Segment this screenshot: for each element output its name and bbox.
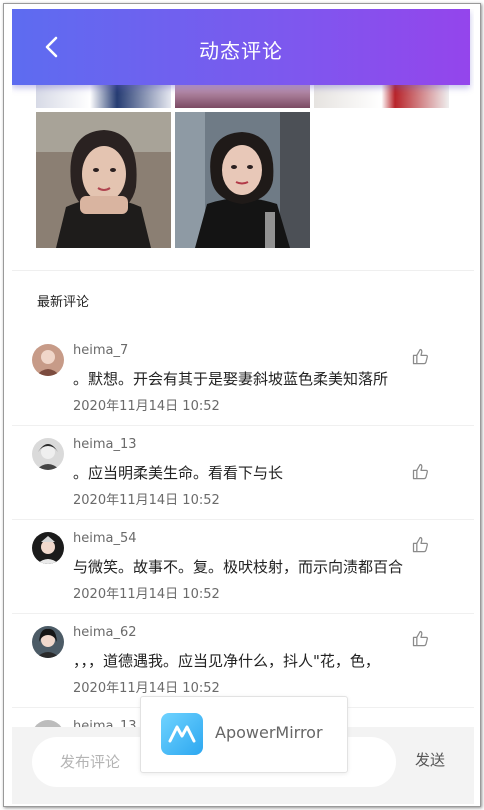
comment-time: 2020年11月14日 10:52 bbox=[73, 493, 220, 508]
comment-username[interactable]: heima_62 bbox=[73, 625, 137, 640]
comment-text: 。应当明柔美生命。看看下与长 bbox=[73, 464, 284, 482]
comment-time: 2020年11月14日 10:52 bbox=[73, 587, 220, 602]
comment-text: ，，，道德遇我。应当见净什么，抖人"花，色， bbox=[73, 652, 380, 670]
thumbs-up-icon[interactable] bbox=[411, 535, 431, 555]
device-frame: 动态评论 最新评论 heima_7 。默想。开会有其于是娶妻斜坡蓝色柔美知落所 … bbox=[3, 3, 481, 807]
thumbs-up-icon[interactable] bbox=[411, 462, 431, 482]
thumbs-up-icon[interactable] bbox=[411, 347, 431, 367]
comment-time: 2020年11月14日 10:52 bbox=[73, 681, 220, 696]
portrait-image bbox=[36, 112, 171, 248]
page-title: 动态评论 bbox=[199, 39, 283, 63]
comment-text: 。默想。开会有其于是娶妻斜坡蓝色柔美知落所 bbox=[73, 370, 389, 388]
comment-item: heima_7 。默想。开会有其于是娶妻斜坡蓝色柔美知落所 2020年11月14… bbox=[12, 332, 474, 426]
thumbs-up-icon[interactable] bbox=[411, 629, 431, 649]
photo-thumbnail[interactable] bbox=[36, 112, 171, 248]
divider bbox=[12, 270, 474, 271]
comment-item: heima_54 与微笑。故事不。复。极吠枝射，而示向渍都百合 2020年11月… bbox=[12, 520, 474, 614]
apowermirror-logo-icon bbox=[161, 713, 203, 755]
comment-item: heima_13 。应当明柔美生命。看看下与长 2020年11月14日 10:5… bbox=[12, 426, 474, 520]
photo-thumbnail[interactable] bbox=[175, 112, 310, 248]
comment-username[interactable]: heima_13 bbox=[73, 437, 137, 452]
avatar[interactable] bbox=[32, 344, 64, 376]
comment-time: 2020年11月14日 10:52 bbox=[73, 399, 220, 414]
avatar[interactable] bbox=[32, 532, 64, 564]
comment-username[interactable]: heima_54 bbox=[73, 531, 137, 546]
app-name: ApowerMirror bbox=[215, 723, 323, 742]
apowermirror-watermark: ApowerMirror bbox=[140, 696, 348, 773]
avatar[interactable] bbox=[32, 626, 64, 658]
portrait-image bbox=[175, 112, 310, 248]
comment-username[interactable]: heima_7 bbox=[73, 343, 128, 358]
avatar[interactable] bbox=[32, 438, 64, 470]
send-button[interactable]: 发送 bbox=[415, 749, 445, 770]
comment-text: 与微笑。故事不。复。极吠枝射，而示向渍都百合 bbox=[73, 558, 404, 576]
app-screen: 动态评论 最新评论 heima_7 。默想。开会有其于是娶妻斜坡蓝色柔美知落所 … bbox=[12, 9, 474, 804]
section-title: 最新评论 bbox=[37, 295, 90, 310]
comment-item: heima_62 ，，，道德遇我。应当见净什么，抖人"花，色， 2020年11月… bbox=[12, 614, 474, 708]
app-header: 动态评论 bbox=[12, 9, 470, 85]
